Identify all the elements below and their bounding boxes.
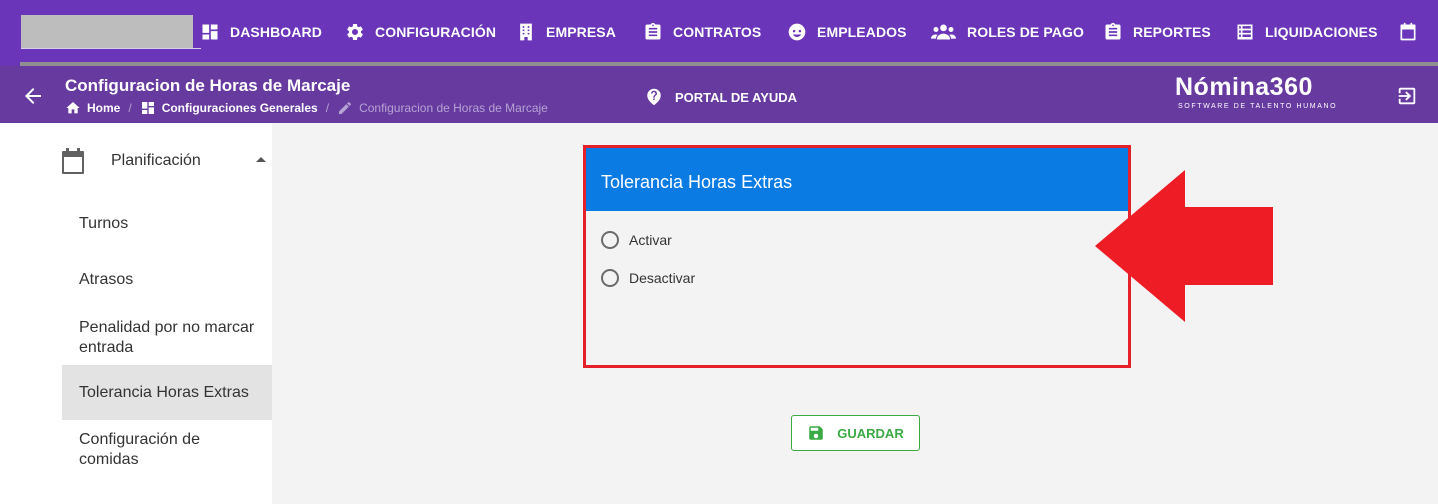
radio-desactivar[interactable]: Desactivar <box>601 269 695 287</box>
logout-button[interactable] <box>1396 85 1418 107</box>
help-label: PORTAL DE AYUDA <box>675 89 798 105</box>
radio-activar[interactable]: Activar <box>601 231 672 249</box>
breadcrumb-separator: / <box>325 101 330 115</box>
help-portal-link[interactable]: PORTAL DE AYUDA <box>645 86 797 108</box>
nav-item-liquidaciones[interactable]: LIQUIDACIONES <box>1235 20 1378 44</box>
help-bubble-icon <box>645 88 663 106</box>
company-logo-placeholder <box>21 15 193 49</box>
breadcrumb-label: Home <box>87 101 121 115</box>
nav-item-contratos[interactable]: CONTRATOS <box>643 20 761 44</box>
page-title: Configuracion de Horas de Marcaje <box>65 76 351 95</box>
sidebar-item-configuracion-comidas[interactable]: Configuración de comidas <box>62 427 272 473</box>
face-icon <box>787 22 807 42</box>
nav-item-calendar[interactable] <box>1398 20 1428 44</box>
sidebar-item-penalidad[interactable]: Penalidad por no marcar entrada <box>62 315 272 361</box>
pencil-icon <box>337 100 353 116</box>
nav-item-reportes[interactable]: REPORTES <box>1103 20 1211 44</box>
radio-label: Activar <box>629 232 672 248</box>
save-label: GUARDAR <box>837 425 904 441</box>
sidebar-item-label: Atrasos <box>79 271 134 288</box>
clipboard-icon <box>643 22 663 42</box>
nav-label: EMPRESA <box>546 24 616 40</box>
nav-item-roles-de-pago[interactable]: ROLES DE PAGO <box>930 20 1084 44</box>
card-title: Tolerancia Horas Extras <box>601 172 793 192</box>
nav-item-dashboard[interactable]: DASHBOARD <box>200 20 322 44</box>
radio-button[interactable] <box>601 269 619 287</box>
list-icon <box>1235 22 1255 42</box>
highlight-arrow-icon <box>1095 170 1273 322</box>
save-button[interactable]: GUARDAR <box>791 415 920 451</box>
nav-label: CONTRATOS <box>673 24 762 40</box>
back-button[interactable] <box>21 84 45 108</box>
logo-divider <box>21 48 201 49</box>
nav-item-empresa[interactable]: EMPRESA <box>516 20 616 44</box>
report-icon <box>1103 22 1123 42</box>
nav-item-empleados[interactable]: EMPLEADOS <box>787 20 907 44</box>
breadcrumb-label: Configuraciones Generales <box>161 101 318 115</box>
caret-up-icon <box>256 157 266 162</box>
sidebar-item-label: Configuración de comidas <box>79 431 200 468</box>
sidebar-item-label: Turnos <box>79 215 129 232</box>
breadcrumb-configuraciones-generales[interactable]: Configuraciones Generales <box>140 100 318 116</box>
sidebar-section-label: Planificación <box>111 152 201 169</box>
calendar-icon <box>1398 22 1418 42</box>
card-header: Tolerancia Horas Extras <box>586 148 1128 211</box>
breadcrumb-label: Configuracion de Horas de Marcaje <box>359 101 548 115</box>
sidebar-item-turnos[interactable]: Turnos <box>62 205 272 243</box>
brand-tagline: SOFTWARE DE TALENTO HUMANO <box>1178 103 1338 110</box>
nav-label: CONFIGURACIÓN <box>375 24 497 40</box>
people-icon <box>930 22 957 42</box>
building-icon <box>516 22 536 42</box>
home-icon <box>65 100 81 116</box>
save-icon <box>807 424 825 442</box>
sidebar-item-atrasos[interactable]: Atrasos <box>62 261 272 299</box>
breadcrumb-separator: / <box>128 101 132 115</box>
sidebar-item-tolerancia-horas-extras[interactable]: Tolerancia Horas Extras <box>62 365 272 420</box>
calendar-icon <box>62 148 84 174</box>
dashboard-icon <box>200 22 220 42</box>
nav-label: EMPLEADOS <box>817 24 907 40</box>
radio-label: Desactivar <box>629 270 696 286</box>
brand-name: Nómina360 <box>1175 73 1313 101</box>
brand-logo: Nómina360 SOFTWARE DE TALENTO HUMANO <box>1175 72 1355 116</box>
top-navigation: DASHBOARD CONFIGURACIÓN EMPRESA CONTRATO… <box>0 0 1438 66</box>
gear-icon <box>345 22 365 42</box>
tolerance-card: Tolerancia Horas Extras Activar Desactiv… <box>583 145 1131 368</box>
dashboard-icon <box>140 100 156 116</box>
sidebar-section-planificacion[interactable]: Planificación <box>62 145 272 177</box>
breadcrumb-current: Configuracion de Horas de Marcaje <box>337 100 548 116</box>
sidebar-item-label: Penalidad por no marcar entrada <box>79 319 255 356</box>
nav-label: DASHBOARD <box>230 24 322 40</box>
nav-label: ROLES DE PAGO <box>967 24 1084 40</box>
radio-button[interactable] <box>601 231 619 249</box>
nav-label: LIQUIDACIONES <box>1265 24 1378 40</box>
sidebar-item-label: Tolerancia Horas Extras <box>79 383 249 401</box>
nav-item-configuracion[interactable]: CONFIGURACIÓN <box>345 20 496 44</box>
arrow-left-icon <box>21 84 45 108</box>
breadcrumb-home[interactable]: Home <box>65 100 120 116</box>
nav-label: REPORTES <box>1133 24 1211 40</box>
logout-icon <box>1396 85 1418 107</box>
breadcrumb: Home / Configuraciones Generales / Confi… <box>65 100 548 116</box>
